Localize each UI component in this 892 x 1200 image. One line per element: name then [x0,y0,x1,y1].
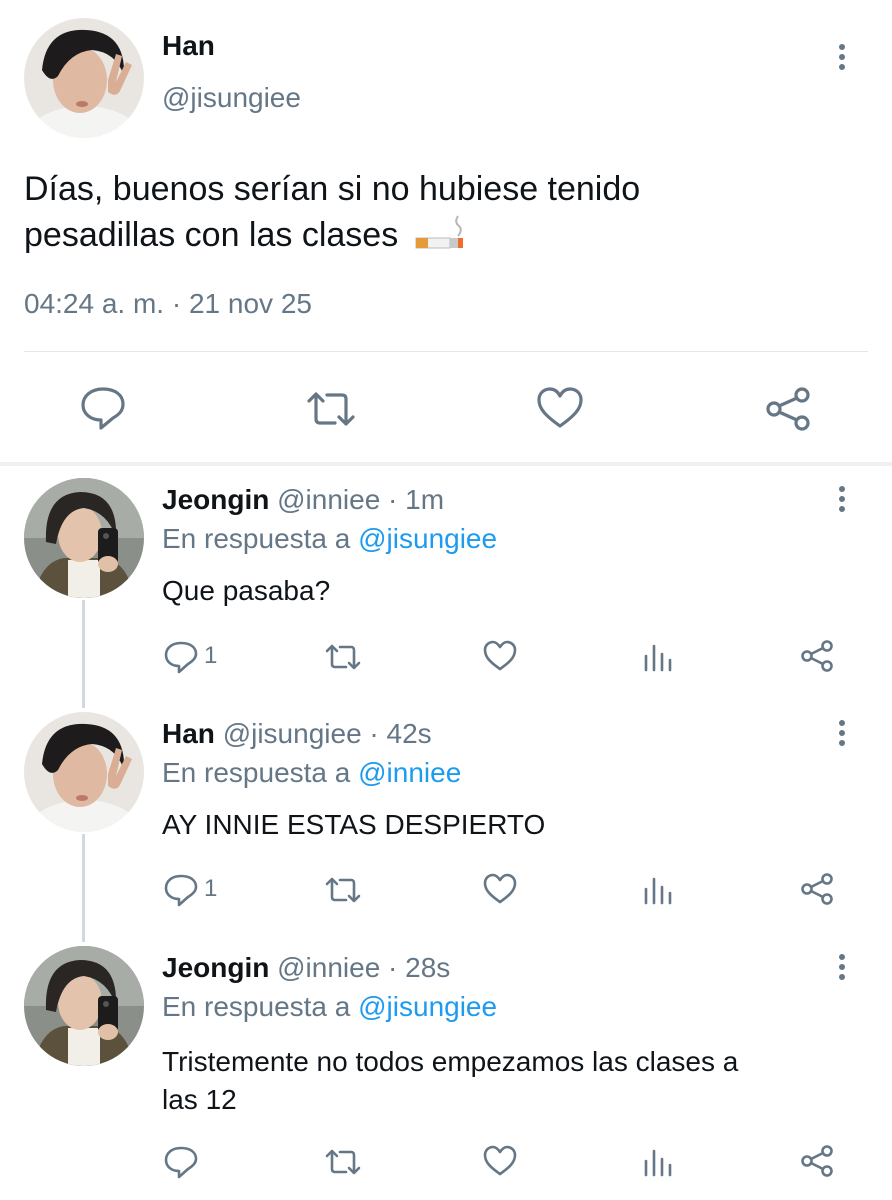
reply-text-line: Tristemente no todos empezamos las clase… [162,1046,739,1077]
reply-icon[interactable] [164,873,198,907]
reply-meta[interactable]: @jisungiee · 42s [223,718,432,749]
reply-count: 1 [204,875,218,902]
reply-context: En respuesta a @jisungiee [162,523,497,555]
more-vertical-icon[interactable] [837,486,847,516]
reply-to-link[interactable]: @jisungiee [358,991,497,1022]
reply-count: 1 [204,642,218,669]
heart-icon[interactable] [482,873,518,905]
reply-avatar[interactable] [24,478,144,598]
views-icon[interactable] [643,875,673,905]
divider [24,351,868,352]
thread-line [82,600,85,708]
reply-header: Jeongin @inniee · 1m [162,484,444,516]
main-tweet-text-body: Días, buenos serían si no hubiese tenido… [24,170,641,254]
share-icon[interactable] [764,386,812,432]
reply-header: Jeongin @inniee · 28s [162,952,450,984]
section-separator [0,462,892,466]
reply-avatar[interactable] [24,946,144,1066]
main-author-name[interactable]: Han [162,30,215,62]
reply-icon[interactable] [80,385,126,431]
main-tweet-text: Días, buenos serían si no hubiese tenido… [24,166,784,258]
reply-text: Tristemente no todos empezamos las clase… [162,1043,738,1119]
views-icon[interactable] [643,1147,673,1177]
reply-to-link[interactable]: @jisungiee [358,523,497,554]
reply-meta[interactable]: @inniee · 1m [277,484,444,515]
reply-icon[interactable] [164,1145,198,1179]
reply-meta[interactable]: @inniee · 28s [277,952,450,983]
thread-line [82,834,85,942]
retweet-icon[interactable] [324,875,362,905]
reply-prefix: En respuesta a [162,991,351,1022]
reply-icon[interactable] [164,640,198,674]
heart-icon[interactable] [482,1145,518,1177]
retweet-icon[interactable] [324,642,362,672]
main-tweet-timestamp[interactable]: 04:24 a. m. · 21 nov 25 [24,288,312,320]
share-icon[interactable] [800,640,834,672]
more-vertical-icon[interactable] [837,720,847,750]
reply-context: En respuesta a @inniee [162,757,461,789]
reply-context: En respuesta a @jisungiee [162,991,497,1023]
cigarette-emoji [414,214,466,252]
reply-to-link[interactable]: @inniee [358,757,461,788]
retweet-icon[interactable] [324,1147,362,1177]
reply-author-name[interactable]: Jeongin [162,484,269,515]
main-avatar[interactable] [24,18,144,138]
more-vertical-icon[interactable] [837,954,847,984]
retweet-icon[interactable] [305,389,357,429]
reply-author-name[interactable]: Jeongin [162,952,269,983]
heart-icon[interactable] [536,386,584,430]
views-icon[interactable] [643,642,673,672]
reply-prefix: En respuesta a [162,523,351,554]
share-icon[interactable] [800,1145,834,1177]
main-author-handle[interactable]: @jisungiee [162,82,301,114]
share-icon[interactable] [800,873,834,905]
reply-text: Que pasaba? [162,575,331,606]
reply-text-line: las 12 [162,1084,237,1115]
more-vertical-icon[interactable] [837,44,847,74]
reply-avatar[interactable] [24,712,144,832]
reply-prefix: En respuesta a [162,757,351,788]
reply-header: Han @jisungiee · 42s [162,718,432,750]
reply-author-name[interactable]: Han [162,718,215,749]
heart-icon[interactable] [482,640,518,672]
reply-text: AY INNIE ESTAS DESPIERTO [162,809,546,840]
